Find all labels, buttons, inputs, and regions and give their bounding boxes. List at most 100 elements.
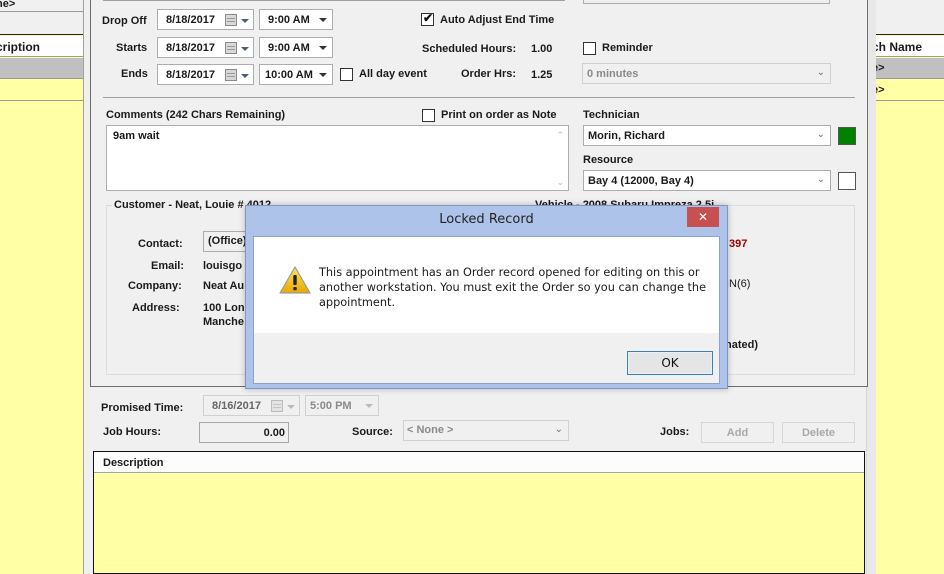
address-line1: 100 Lon <box>203 302 245 314</box>
reminder-checkbox[interactable] <box>583 42 596 55</box>
chevron-down-icon: ⌄ <box>816 67 825 78</box>
dialog-message: This appointment has an Order record ope… <box>319 266 707 309</box>
chevron-down-icon <box>319 46 327 50</box>
delete-job-button[interactable]: Delete <box>782 422 855 443</box>
chevron-down-icon[interactable] <box>241 74 249 78</box>
chevron-down-icon[interactable] <box>241 47 249 51</box>
vehicle-partial-red-value: 397 <box>729 238 748 250</box>
email-value[interactable]: louisgo <box>203 260 242 272</box>
close-icon[interactable]: ✕ <box>687 207 719 227</box>
starts-date-value: 8/18/2017 <box>166 42 215 54</box>
scroll-up-icon[interactable]: ⌃ <box>556 130 564 141</box>
ends-date-picker[interactable]: 8/18/2017 <box>157 64 254 85</box>
dialog-body: This appointment has an Order record ope… <box>253 236 720 384</box>
contact-label: Contact: <box>138 238 183 250</box>
source-select[interactable]: < None > ⌄ <box>403 420 569 441</box>
calendar-icon <box>271 400 283 412</box>
divider <box>103 0 565 1</box>
contact-value: (Office) <box>208 235 247 247</box>
company-value: Neat Au <box>203 280 245 292</box>
scroll-down-icon[interactable]: ⌄ <box>556 177 564 188</box>
resource-label: Resource <box>583 154 634 166</box>
background-grid-right-row-selected[interactable]: e> <box>876 58 944 79</box>
add-job-button[interactable]: Add <box>701 422 774 443</box>
vehicle-partial-value-2: nated) <box>725 339 758 351</box>
calendar-icon[interactable] <box>225 42 237 54</box>
chevron-down-icon <box>319 18 327 22</box>
technician-value: Morin, Richard <box>588 130 666 142</box>
print-on-order-checkbox[interactable] <box>422 109 435 122</box>
drop-off-time-value: 9:00 AM <box>268 14 310 26</box>
jobs-grid-header[interactable]: Description <box>94 452 864 473</box>
top-partial-field[interactable] <box>583 0 830 4</box>
scheduled-hours-label: Scheduled Hours: <box>422 43 517 55</box>
background-grid-left-row[interactable] <box>0 80 83 101</box>
drop-off-time-select[interactable]: 9:00 AM <box>259 9 333 30</box>
ends-label: Ends <box>121 68 148 80</box>
source-value: < None > <box>407 424 454 436</box>
technician-select[interactable]: Morin, Richard ⌄ <box>583 125 831 146</box>
auto-adjust-end-time-label: Auto Adjust End Time <box>440 14 555 26</box>
background-grid-left-toolbar <box>0 12 83 35</box>
column-header-description: Description <box>103 457 164 469</box>
email-label: Email: <box>151 260 185 272</box>
company-label: Company: <box>128 280 182 292</box>
address-line2: Manche <box>203 316 244 328</box>
technician-color-swatch[interactable] <box>838 127 856 145</box>
all-day-event-label: All day event <box>359 68 427 80</box>
divider <box>103 97 855 98</box>
job-hours-field: 0.00 <box>199 422 289 443</box>
order-hrs-value: 1.25 <box>531 69 553 81</box>
ends-time-select[interactable]: 10:00 AM <box>259 64 333 85</box>
technician-label: Technician <box>583 109 640 121</box>
resource-select[interactable]: Bay 4 (12000, Bay 4) ⌄ <box>583 170 831 191</box>
dialog-footer: OK <box>254 333 719 383</box>
chevron-down-icon <box>365 404 373 408</box>
background-grid-left-header[interactable]: cription <box>0 36 83 57</box>
promised-time-label: Promised Time: <box>101 402 184 414</box>
source-label: Source: <box>352 426 393 438</box>
drop-off-date-picker[interactable]: 8/18/2017 <box>157 9 254 30</box>
background-grid-right-header[interactable]: ch Name <box>876 36 944 57</box>
dialog-title: Locked Record <box>439 212 534 227</box>
background-grid-left-top-row: ne> <box>0 0 83 12</box>
chevron-down-icon[interactable] <box>241 19 249 23</box>
promised-time-value: 5:00 PM <box>310 400 352 412</box>
comments-label: Comments (242 Chars Remaining) <box>106 109 286 121</box>
promised-date-value: 8/16/2017 <box>212 400 261 412</box>
background-grid-left-row-selected[interactable] <box>0 58 83 79</box>
print-on-order-label: Print on order as Note <box>441 109 557 121</box>
job-hours-value: 0.00 <box>263 427 285 439</box>
chevron-down-icon: ⌄ <box>816 129 825 140</box>
promised-date-picker[interactable]: 8/16/2017 <box>203 395 300 416</box>
address-label: Address: <box>132 302 180 314</box>
order-hrs-label: Order Hrs: <box>461 68 517 80</box>
comments-textarea[interactable]: 9am wait ⌃ ⌄ <box>106 125 569 191</box>
chevron-down-icon <box>287 405 295 409</box>
warning-icon <box>279 266 311 294</box>
starts-time-value: 9:00 AM <box>268 42 310 54</box>
locked-record-dialog: Locked Record ✕ This appointment has an … <box>245 205 728 389</box>
column-header-description: cription <box>0 40 40 54</box>
promised-time-select[interactable]: 5:00 PM <box>305 395 379 416</box>
chevron-down-icon <box>319 73 327 77</box>
background-grid-right-row[interactable]: e> <box>876 80 944 101</box>
resource-color-swatch[interactable] <box>838 172 856 190</box>
ends-date-value: 8/18/2017 <box>166 69 215 81</box>
ends-time-value: 10:00 AM <box>265 69 313 81</box>
starts-time-select[interactable]: 9:00 AM <box>259 37 333 58</box>
background-cell-text: e> <box>876 84 885 96</box>
all-day-event-checkbox[interactable] <box>340 68 353 81</box>
calendar-icon[interactable] <box>225 69 237 81</box>
starts-date-picker[interactable]: 8/18/2017 <box>157 37 254 58</box>
column-header-branch-name: ch Name <box>876 40 923 54</box>
vehicle-partial-value: IN(6) <box>726 278 751 290</box>
calendar-icon[interactable] <box>225 14 237 26</box>
starts-label: Starts <box>116 42 148 54</box>
reminder-time-select[interactable]: 0 minutes ⌄ <box>582 63 831 84</box>
background-grid-right-toolbar <box>876 0 944 35</box>
ok-button[interactable]: OK <box>627 351 713 375</box>
auto-adjust-end-time-checkbox[interactable] <box>421 11 434 26</box>
background-cell-text: e> <box>876 62 885 74</box>
chevron-down-icon: ⌄ <box>554 424 563 435</box>
